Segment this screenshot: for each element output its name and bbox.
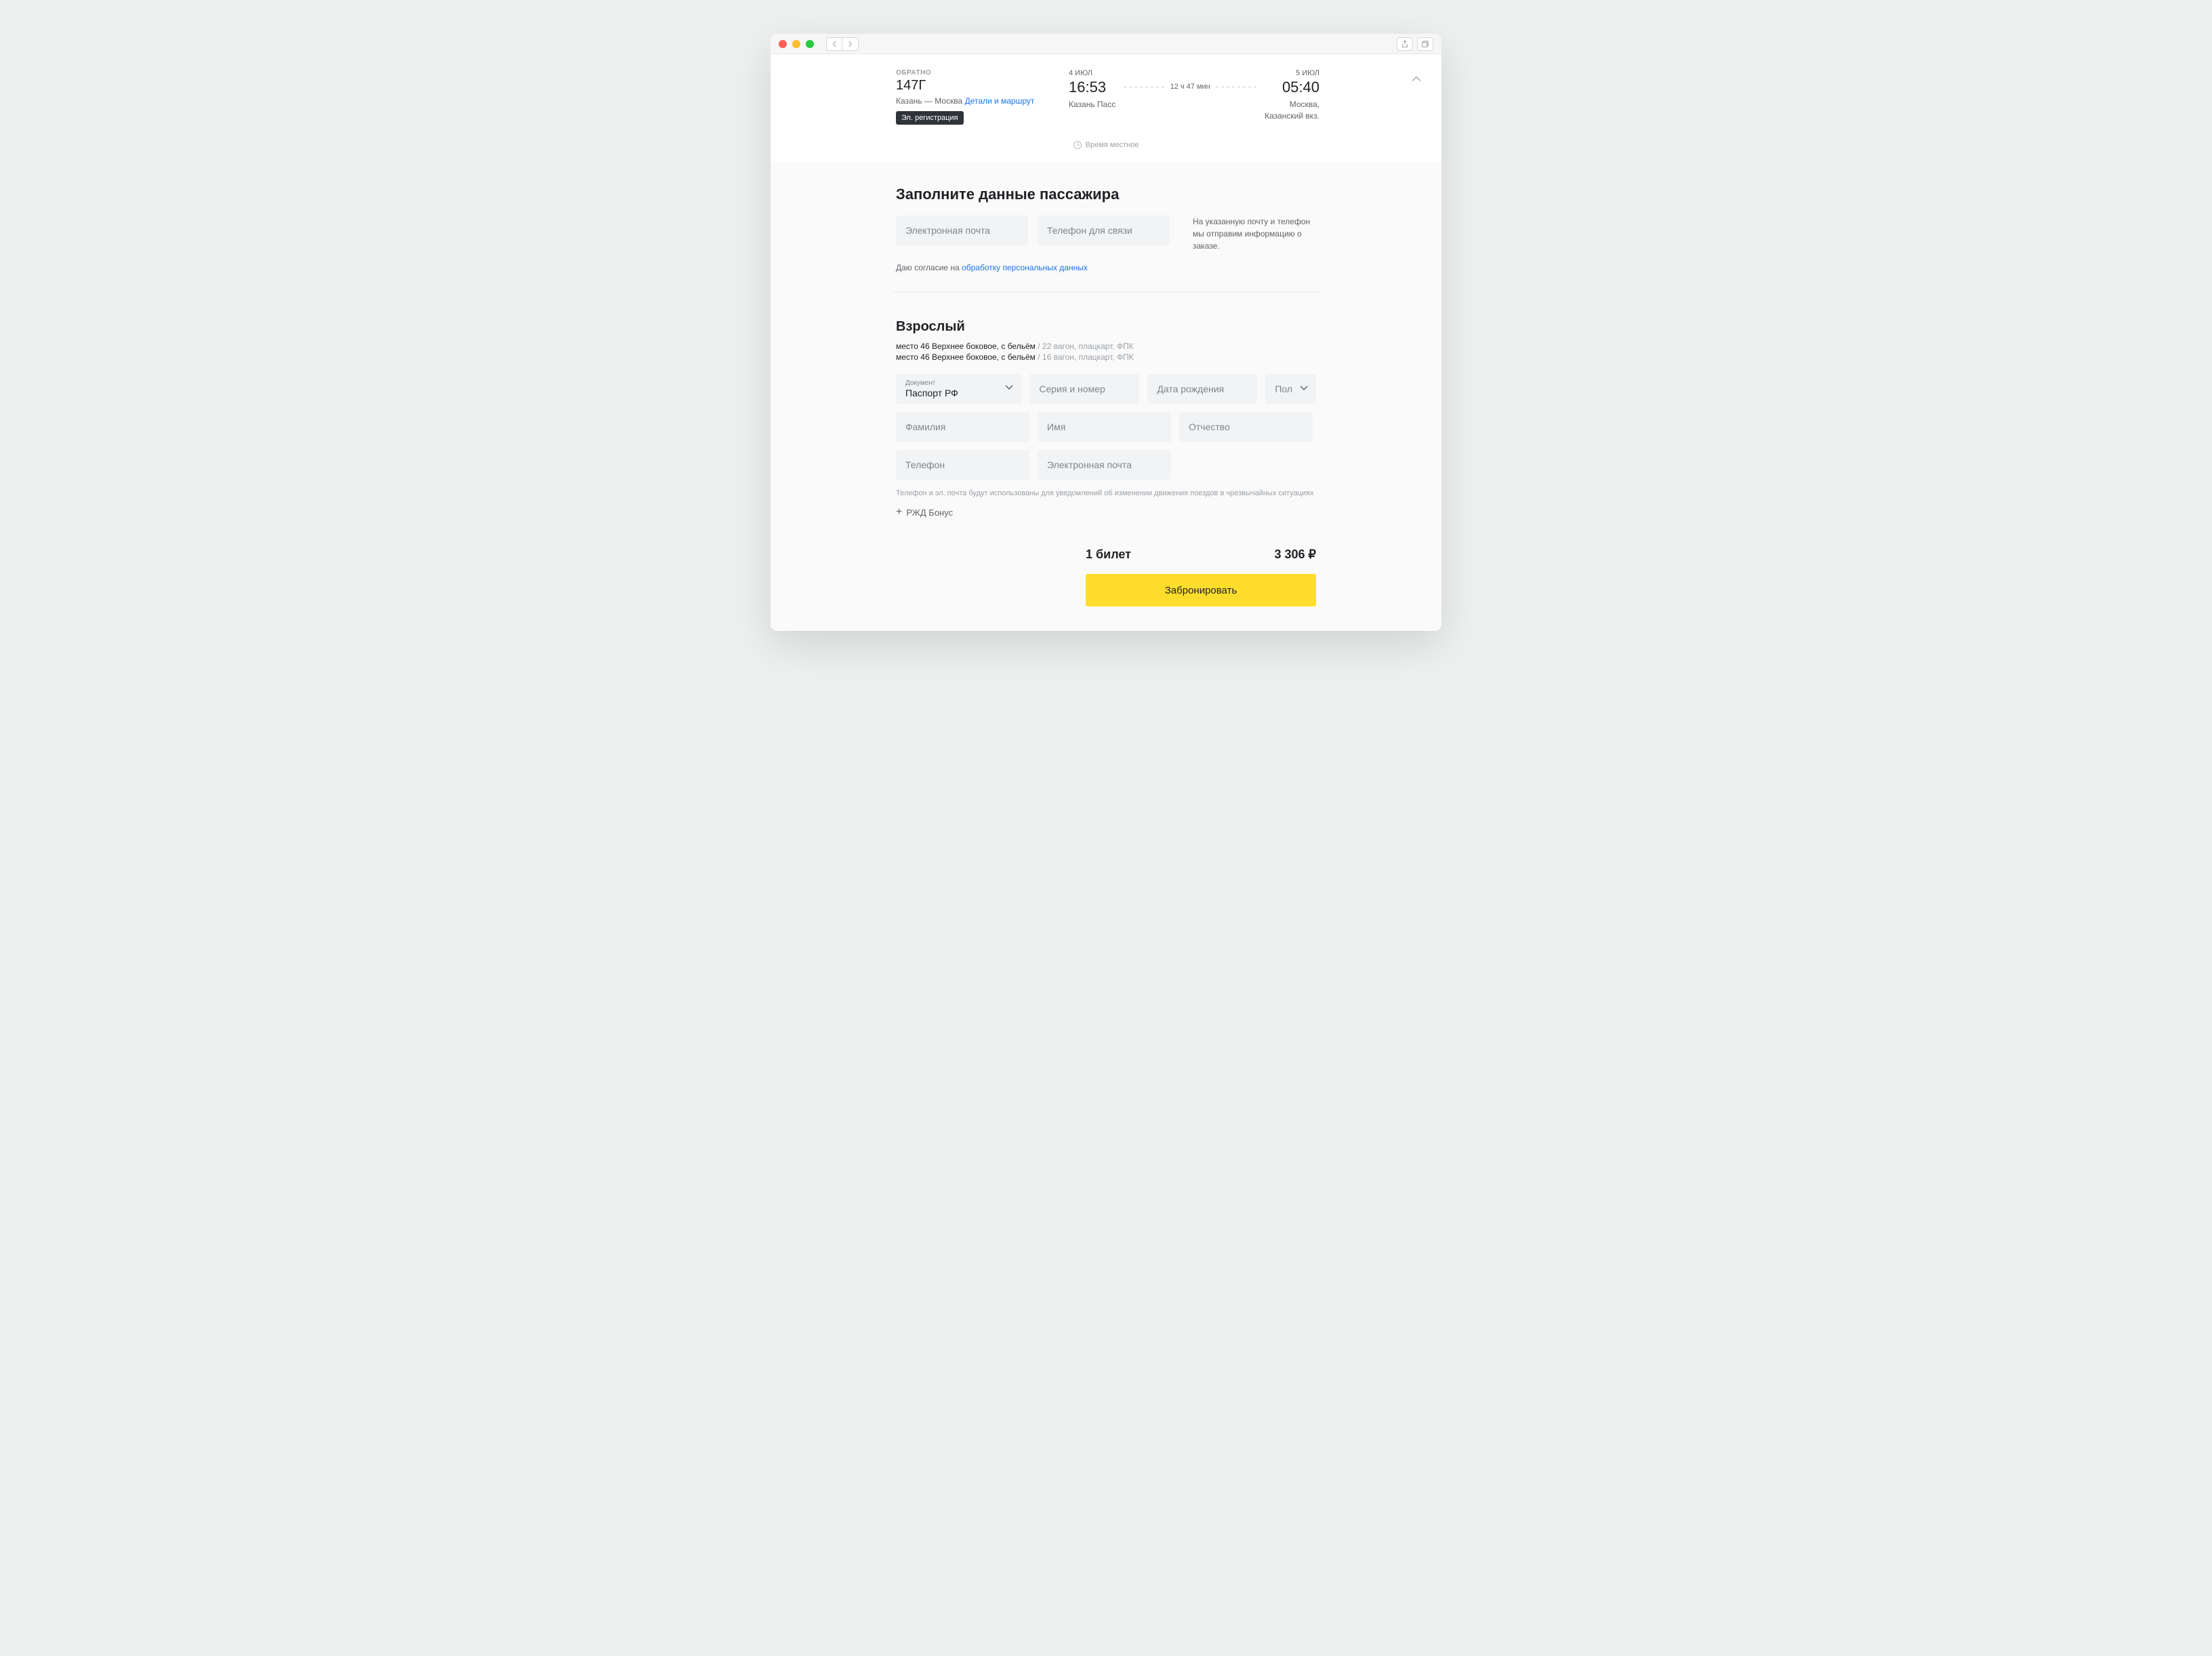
passenger-title: Взрослый	[896, 319, 1316, 335]
minimize-window-icon[interactable]	[792, 40, 800, 48]
departure-column: 4 ИЮЛ 16:53 Казань Пасс	[1069, 69, 1115, 110]
trip-train-info: ОБРАТНО 147Г Казань — Москва Детали и ма…	[896, 69, 1069, 125]
middlename-input[interactable]	[1179, 412, 1313, 442]
browser-window: ОБРАТНО 147Г Казань — Москва Детали и ма…	[771, 34, 1441, 631]
consent-text: Даю согласие на обработку персональных д…	[896, 263, 1316, 272]
route-to: Москва	[935, 96, 962, 106]
tabs-button[interactable]	[1417, 37, 1433, 51]
trip-summary-card: ОБРАТНО 147Г Казань — Москва Детали и ма…	[771, 54, 1441, 161]
forward-button[interactable]	[842, 37, 859, 51]
ereg-badge: Эл. регистрация	[896, 111, 964, 125]
seat-row-0: место 46 Верхнее боковое, с бельём / 22 …	[896, 341, 1316, 351]
dob-input[interactable]	[1147, 374, 1257, 404]
consent-link[interactable]: обработку персональных данных	[962, 263, 1088, 272]
document-type-select[interactable]: Документ Паспорт РФ	[896, 374, 1021, 404]
traffic-lights	[779, 40, 814, 48]
passenger-email-input[interactable]	[1038, 450, 1171, 480]
route-from: Казань	[896, 96, 922, 106]
document-value: Паспорт РФ	[905, 387, 1012, 400]
duration: 12 ч 47 мин	[1124, 69, 1256, 91]
close-window-icon[interactable]	[779, 40, 787, 48]
clock-icon	[1073, 141, 1082, 149]
arrive-date: 5 ИЮЛ	[1265, 69, 1319, 77]
collapse-button[interactable]	[1412, 75, 1421, 87]
ticket-count: 1 билет	[1086, 547, 1131, 562]
document-number-input[interactable]	[1029, 374, 1139, 404]
train-number: 147Г	[896, 78, 1069, 94]
rzd-bonus-label: РЖД Бонус	[906, 508, 953, 518]
titlebar-right	[1397, 37, 1433, 51]
contact-note: На указанную почту и телефон мы отправим…	[1179, 215, 1316, 252]
document-label: Документ	[905, 380, 1012, 387]
seat-row-1: место 46 Верхнее боковое, с бельём / 16 …	[896, 352, 1316, 362]
local-time-text: Время местное	[1086, 141, 1139, 149]
window-titlebar	[771, 34, 1441, 54]
duration-label: 12 ч 47 мин	[1165, 83, 1216, 91]
plus-icon: +	[896, 507, 902, 518]
chevron-down-icon	[1300, 384, 1308, 394]
gender-placeholder: Пол	[1275, 384, 1292, 394]
nav-arrows	[826, 37, 859, 51]
maximize-window-icon[interactable]	[806, 40, 814, 48]
local-time-note: Время местное	[771, 141, 1441, 149]
share-button[interactable]	[1397, 37, 1413, 51]
summary-section: 1 билет 3 306 ₽ Забронировать	[893, 547, 1319, 631]
depart-date: 4 ИЮЛ	[1069, 69, 1115, 77]
back-button[interactable]	[826, 37, 842, 51]
contact-phone-input[interactable]	[1038, 215, 1170, 245]
contact-title: Заполните данные пассажира	[896, 186, 1316, 203]
trip-direction-label: ОБРАТНО	[896, 69, 1069, 77]
contact-section: Заполните данные пассажира На указанную …	[893, 161, 1319, 291]
total-price: 3 306 ₽	[1275, 547, 1317, 562]
passenger-phone-input[interactable]	[896, 450, 1029, 480]
trip-times: 4 ИЮЛ 16:53 Казань Пасс 12 ч 47 мин 5 ИЮ…	[1069, 69, 1319, 125]
chevron-down-icon	[1005, 383, 1013, 395]
arrival-column: 5 ИЮЛ 05:40 Москва, Казанский вкз.	[1265, 69, 1319, 122]
arrive-time: 05:40	[1265, 79, 1319, 96]
contact-email-input[interactable]	[896, 215, 1028, 245]
lastname-input[interactable]	[896, 412, 1029, 442]
gender-select[interactable]: Пол	[1265, 374, 1316, 404]
depart-time: 16:53	[1069, 79, 1115, 96]
book-button[interactable]: Забронировать	[1086, 574, 1316, 606]
route-separator: —	[922, 96, 935, 106]
passenger-section: Взрослый место 46 Верхнее боковое, с бел…	[893, 292, 1319, 547]
arrive-station: Москва, Казанский вкз.	[1265, 99, 1319, 122]
firstname-input[interactable]	[1038, 412, 1171, 442]
depart-station: Казань Пасс	[1069, 99, 1115, 110]
page-content: ОБРАТНО 147Г Казань — Москва Детали и ма…	[771, 54, 1441, 631]
trip-route: Казань — Москва Детали и маршрут	[896, 96, 1069, 106]
totals-row: 1 билет 3 306 ₽	[1086, 547, 1316, 562]
contact-usage-notice: Телефон и эл. почта будут использованы д…	[896, 489, 1316, 497]
rzd-bonus-toggle[interactable]: + РЖД Бонус	[896, 507, 1316, 518]
route-details-link[interactable]: Детали и маршрут	[965, 96, 1035, 106]
